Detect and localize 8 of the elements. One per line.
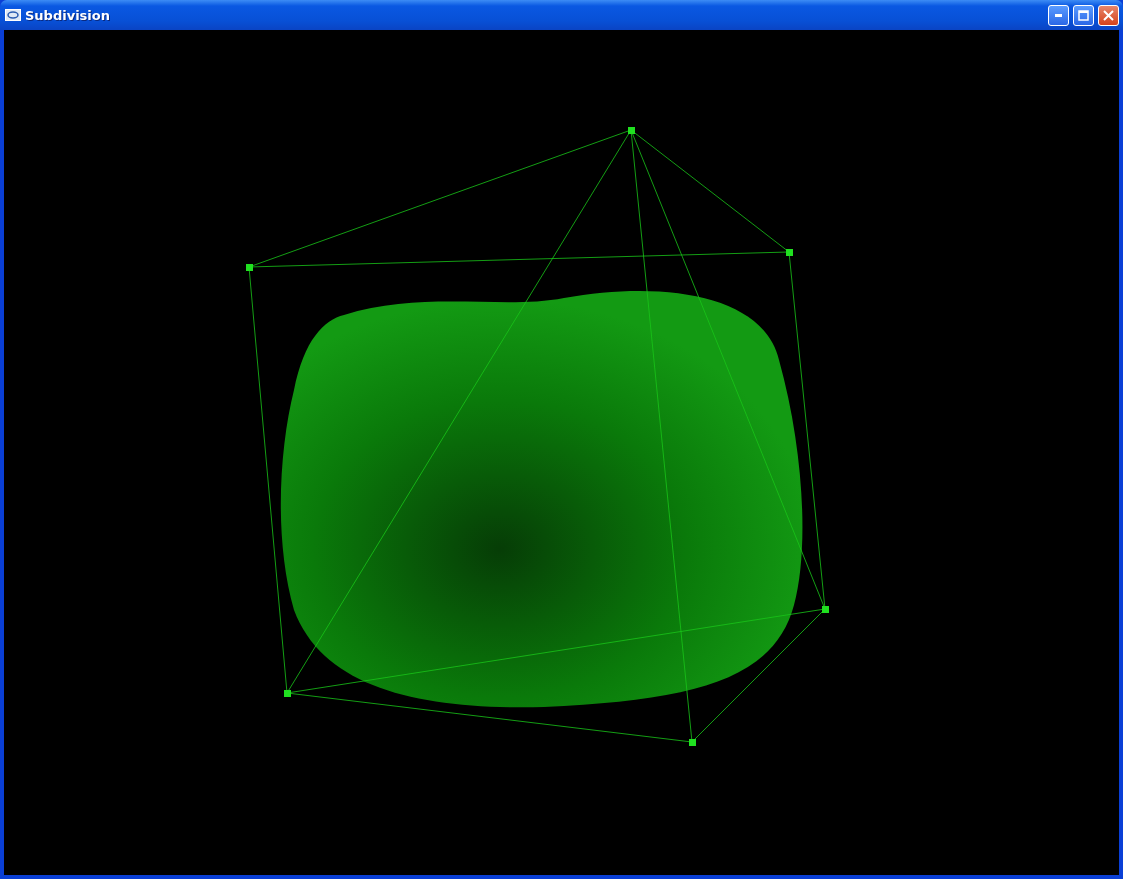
minimize-icon <box>1054 13 1063 17</box>
minimize-button[interactable] <box>1048 4 1069 26</box>
close-icon <box>1103 9 1114 21</box>
maximize-icon <box>1078 9 1089 21</box>
maximize-button[interactable] <box>1073 4 1094 26</box>
app-icon <box>5 9 21 21</box>
window-title: Subdivision <box>25 7 111 23</box>
close-button[interactable] <box>1098 4 1119 26</box>
